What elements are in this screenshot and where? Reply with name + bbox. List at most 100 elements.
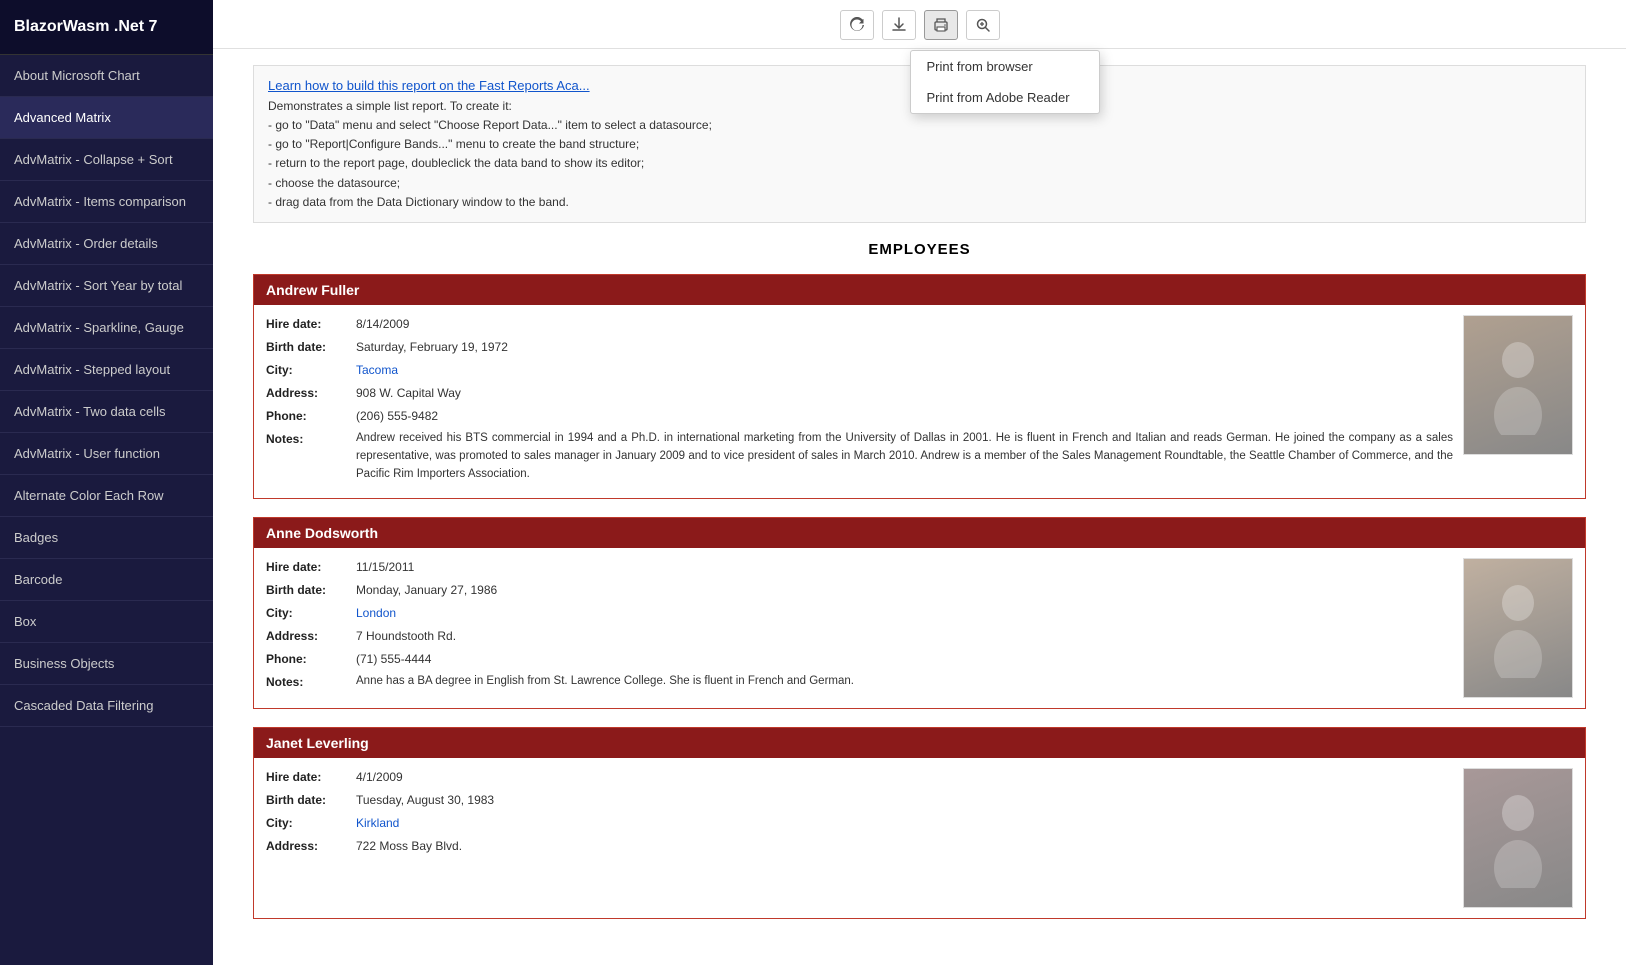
sidebar-item-cascaded-data-filtering[interactable]: Cascaded Data Filtering — [0, 685, 213, 727]
notes-label: Notes: — [266, 430, 356, 483]
sidebar-item-advmatrix-sort-year-by-total[interactable]: AdvMatrix - Sort Year by total — [0, 265, 213, 307]
info-value: 11/15/2011 — [356, 558, 414, 576]
employee-body-2: Hire date:4/1/2009Birth date:Tuesday, Au… — [254, 758, 1585, 918]
print-icon — [933, 17, 949, 33]
info-value: London — [356, 604, 396, 622]
info-value: 7 Houndstooth Rd. — [356, 627, 456, 645]
sidebar-item-advmatrix-collapse-sort[interactable]: AdvMatrix - Collapse + Sort — [0, 139, 213, 181]
info-label: Birth date: — [266, 791, 356, 809]
info-row: Birth date:Monday, January 27, 1986 — [266, 581, 1453, 599]
info-label: Address: — [266, 384, 356, 402]
info-label: Hire date: — [266, 315, 356, 333]
info-value: Saturday, February 19, 1972 — [356, 338, 508, 356]
info-row: City:Tacoma — [266, 361, 1453, 379]
info-value: 722 Moss Bay Blvd. — [356, 837, 462, 855]
info-label: Hire date: — [266, 558, 356, 576]
employee-card-0: Andrew FullerHire date:8/14/2009Birth da… — [253, 274, 1586, 499]
print-button[interactable] — [924, 10, 958, 40]
academy-link[interactable]: Learn how to build this report on the Fa… — [268, 78, 590, 93]
info-row: City:London — [266, 604, 1453, 622]
employee-card-2: Janet LeverlingHire date:4/1/2009Birth d… — [253, 727, 1586, 919]
info-value: Kirkland — [356, 814, 399, 832]
employees-container: Andrew FullerHire date:8/14/2009Birth da… — [253, 274, 1586, 919]
sidebar-item-advanced-matrix[interactable]: Advanced Matrix — [0, 97, 213, 139]
sidebar-item-advmatrix-items-comparison[interactable]: AdvMatrix - Items comparison — [0, 181, 213, 223]
refresh-button[interactable] — [840, 10, 874, 40]
sidebar-item-alternate-color-each-row[interactable]: Alternate Color Each Row — [0, 475, 213, 517]
info-row: City:Kirkland — [266, 814, 1453, 832]
zoom-icon — [975, 17, 991, 33]
info-value: (206) 555-9482 — [356, 407, 438, 425]
person-silhouette — [1488, 578, 1548, 678]
info-row: Birth date:Tuesday, August 30, 1983 — [266, 791, 1453, 809]
sidebar-item-barcode[interactable]: Barcode — [0, 559, 213, 601]
zoom-button[interactable] — [966, 10, 1000, 40]
nav-list: About Microsoft ChartAdvanced MatrixAdvM… — [0, 55, 213, 727]
info-value: (71) 555-4444 — [356, 650, 431, 668]
person-silhouette — [1488, 335, 1548, 435]
notes-label: Notes: — [266, 673, 356, 691]
sidebar-item-badges[interactable]: Badges — [0, 517, 213, 559]
main-content: Print from browserPrint from Adobe Reade… — [213, 0, 1626, 965]
info-value: 908 W. Capital Way — [356, 384, 461, 402]
employee-info-0: Hire date:8/14/2009Birth date:Saturday, … — [266, 315, 1453, 488]
employee-info-1: Hire date:11/15/2011Birth date:Monday, J… — [266, 558, 1453, 698]
sidebar-item-about-microsoft-chart[interactable]: About Microsoft Chart — [0, 55, 213, 97]
download-button[interactable] — [882, 10, 916, 40]
info-value: Monday, January 27, 1986 — [356, 581, 497, 599]
info-row: Address:908 W. Capital Way — [266, 384, 1453, 402]
download-icon — [891, 17, 907, 33]
info-label: Address: — [266, 837, 356, 855]
employee-photo-1 — [1463, 558, 1573, 698]
info-label: Birth date: — [266, 581, 356, 599]
sidebar-item-advmatrix-user-function[interactable]: AdvMatrix - User function — [0, 433, 213, 475]
sidebar-item-advmatrix-order-details[interactable]: AdvMatrix - Order details — [0, 223, 213, 265]
info-value: Tacoma — [356, 361, 398, 379]
info-label: City: — [266, 814, 356, 832]
info-value: Tuesday, August 30, 1983 — [356, 791, 494, 809]
employee-body-1: Hire date:11/15/2011Birth date:Monday, J… — [254, 548, 1585, 708]
employee-name-2: Janet Leverling — [254, 728, 1585, 758]
info-row: Phone:(206) 555-9482 — [266, 407, 1453, 425]
info-row: Hire date:8/14/2009 — [266, 315, 1453, 333]
app-title: BlazorWasm .Net 7 — [0, 0, 213, 55]
sidebar-item-business-objects[interactable]: Business Objects — [0, 643, 213, 685]
info-row: Address:7 Houndstooth Rd. — [266, 627, 1453, 645]
info-row: Address:722 Moss Bay Blvd. — [266, 837, 1453, 855]
info-value: 8/14/2009 — [356, 315, 409, 333]
toolbar: Print from browserPrint from Adobe Reade… — [213, 0, 1626, 49]
notes-value: Andrew received his BTS commercial in 19… — [356, 430, 1453, 483]
report-title: EMPLOYEES — [253, 241, 1586, 258]
employee-photo-0 — [1463, 315, 1573, 455]
employee-name-1: Anne Dodsworth — [254, 518, 1585, 548]
notes-value: Anne has a BA degree in English from St.… — [356, 673, 854, 691]
info-row: Hire date:11/15/2011 — [266, 558, 1453, 576]
employee-photo-2 — [1463, 768, 1573, 908]
info-label: Phone: — [266, 407, 356, 425]
employee-card-1: Anne DodsworthHire date:11/15/2011Birth … — [253, 517, 1586, 709]
person-silhouette — [1488, 788, 1548, 888]
info-row: Birth date:Saturday, February 19, 1972 — [266, 338, 1453, 356]
sidebar-item-advmatrix-two-data-cells[interactable]: AdvMatrix - Two data cells — [0, 391, 213, 433]
sidebar-item-advmatrix-stepped-layout[interactable]: AdvMatrix - Stepped layout — [0, 349, 213, 391]
sidebar-item-advmatrix-sparkline-gauge[interactable]: AdvMatrix - Sparkline, Gauge — [0, 307, 213, 349]
report-area: Learn how to build this report on the Fa… — [213, 49, 1626, 965]
dropdown-item-print-adobe[interactable]: Print from Adobe Reader — [911, 82, 1099, 113]
info-label: City: — [266, 361, 356, 379]
sidebar: BlazorWasm .Net 7 About Microsoft ChartA… — [0, 0, 213, 965]
info-label: Hire date: — [266, 768, 356, 786]
dropdown-item-print-browser[interactable]: Print from browser — [911, 51, 1099, 82]
description-text: Demonstrates a simple list report. To cr… — [268, 99, 712, 209]
info-label: City: — [266, 604, 356, 622]
employee-name-0: Andrew Fuller — [254, 275, 1585, 305]
info-row: Hire date:4/1/2009 — [266, 768, 1453, 786]
info-label: Birth date: — [266, 338, 356, 356]
sidebar-item-box[interactable]: Box — [0, 601, 213, 643]
info-row: Phone:(71) 555-4444 — [266, 650, 1453, 668]
info-value: 4/1/2009 — [356, 768, 403, 786]
refresh-icon — [849, 17, 865, 33]
employee-info-2: Hire date:4/1/2009Birth date:Tuesday, Au… — [266, 768, 1453, 908]
print-dropdown: Print from browserPrint from Adobe Reade… — [910, 50, 1100, 114]
info-label: Address: — [266, 627, 356, 645]
info-label: Phone: — [266, 650, 356, 668]
